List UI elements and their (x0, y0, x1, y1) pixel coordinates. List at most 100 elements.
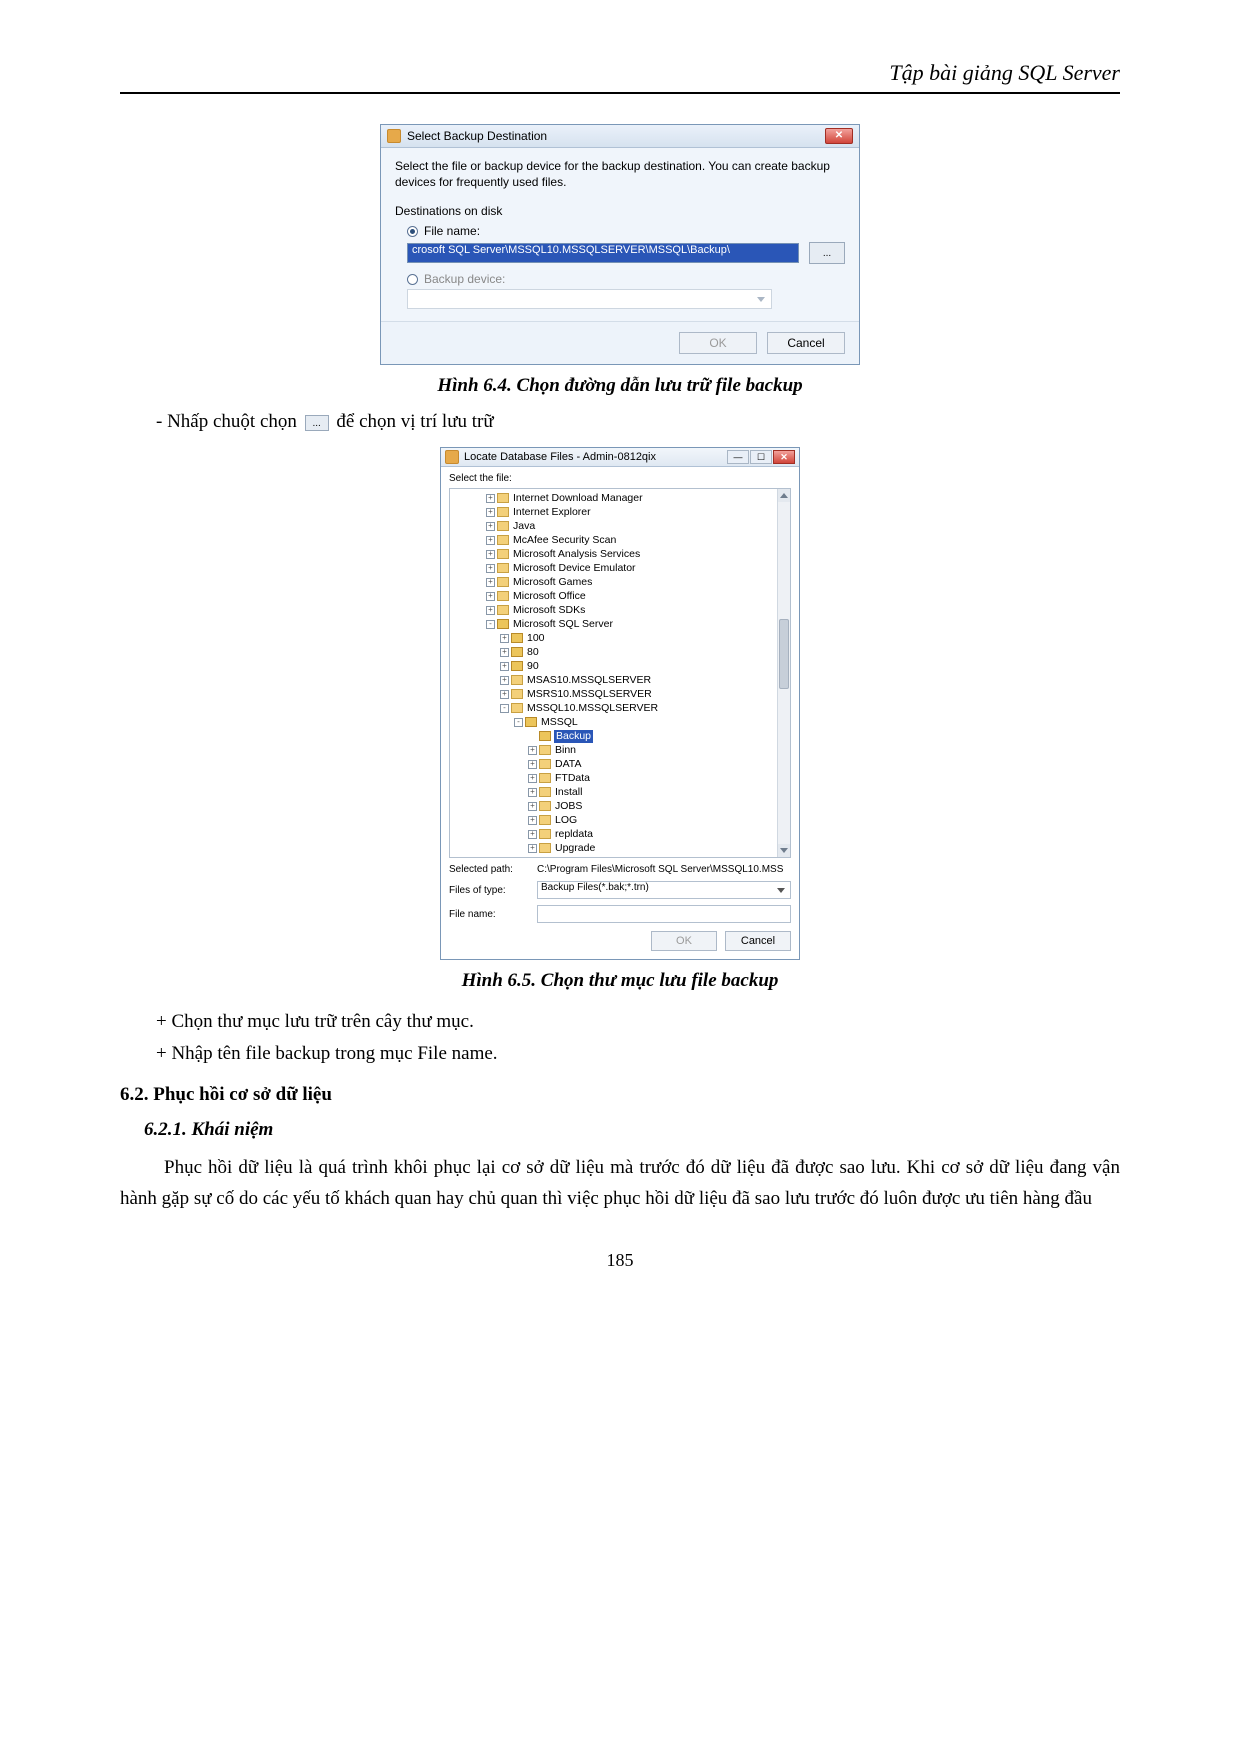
tree-item[interactable]: +100 (450, 631, 790, 645)
collapse-icon[interactable]: - (486, 620, 495, 629)
file-name-label: File name: (449, 909, 529, 920)
tree-item[interactable]: +McAfee Security Scan (450, 533, 790, 547)
folder-icon (511, 633, 523, 643)
folder-icon (539, 829, 551, 839)
close-button[interactable]: ✕ (825, 128, 853, 144)
scroll-up-icon[interactable] (778, 489, 790, 502)
expand-icon[interactable]: + (486, 508, 495, 517)
folder-icon (539, 745, 551, 755)
file-name-input[interactable] (537, 905, 791, 923)
tree-item[interactable]: - Microsoft SQL Server (450, 617, 790, 631)
maximize-button[interactable]: ☐ (750, 450, 772, 464)
expand-icon[interactable]: + (486, 858, 495, 859)
ok-button[interactable]: OK (651, 931, 717, 951)
tree-item[interactable]: +repldata (450, 827, 790, 841)
folder-icon (539, 773, 551, 783)
tree-item[interactable]: +Microsoft Games (450, 575, 790, 589)
collapse-icon[interactable]: - (514, 718, 523, 727)
folder-icon (497, 619, 509, 629)
expand-icon[interactable]: + (486, 494, 495, 503)
tree-item[interactable]: + Microsoft Office (450, 589, 790, 603)
tree-item[interactable]: +Microsoft Analysis Services (450, 547, 790, 561)
expand-icon[interactable]: + (486, 578, 495, 587)
file-path-input[interactable]: crosoft SQL Server\MSSQL10.MSSQLSERVER\M… (407, 243, 799, 263)
radio-backup-device[interactable]: Backup device: (407, 272, 845, 286)
expand-icon[interactable]: + (486, 606, 495, 615)
scroll-down-icon[interactable] (778, 844, 790, 857)
database-icon (445, 450, 459, 464)
tree-item[interactable]: Backup (450, 729, 790, 743)
minimize-button[interactable]: — (727, 450, 749, 464)
expand-icon[interactable]: + (500, 676, 509, 685)
expand-icon[interactable]: + (528, 746, 537, 755)
tree-item[interactable]: +Microsoft SQL Server Compact Edition (450, 855, 790, 858)
radio-file-name[interactable]: File name: (407, 224, 845, 238)
expand-icon[interactable]: + (528, 816, 537, 825)
cancel-button[interactable]: Cancel (725, 931, 791, 951)
tree-item-label: Microsoft Office (512, 590, 587, 604)
vertical-scrollbar[interactable] (777, 489, 790, 857)
tree-item[interactable]: +Java (450, 519, 790, 533)
expand-icon[interactable]: + (500, 634, 509, 643)
expand-icon[interactable]: + (486, 550, 495, 559)
expand-icon[interactable]: + (528, 844, 537, 853)
folder-icon (497, 507, 509, 517)
ok-button[interactable]: OK (679, 332, 757, 354)
collapse-icon[interactable]: - (500, 704, 509, 713)
tree-item[interactable]: + Upgrade (450, 841, 790, 855)
expand-icon[interactable]: + (528, 830, 537, 839)
tree-item-label: Upgrade (554, 842, 596, 856)
tree-item-label: MSSQL (540, 716, 579, 730)
tree-item[interactable]: +MSAS10.MSSQLSERVER (450, 673, 790, 687)
tree-item[interactable]: +FTData (450, 771, 790, 785)
scroll-thumb[interactable] (779, 619, 789, 689)
expand-icon[interactable]: + (486, 536, 495, 545)
tree-item[interactable]: +90 (450, 659, 790, 673)
expand-icon[interactable]: + (500, 690, 509, 699)
folder-icon (539, 815, 551, 825)
tree-item[interactable]: + JOBS (450, 799, 790, 813)
folder-tree[interactable]: +Internet Download Manager+Internet Expl… (449, 488, 791, 858)
tree-item-label: Backup (554, 730, 593, 744)
expand-icon[interactable]: + (528, 760, 537, 769)
tree-item[interactable]: +Binn (450, 743, 790, 757)
tree-item[interactable]: +80 (450, 645, 790, 659)
header-rule (120, 92, 1120, 94)
tree-item[interactable]: +MSRS10.MSSQLSERVER (450, 687, 790, 701)
expand-icon[interactable]: + (486, 522, 495, 531)
bullet-2: + Nhập tên file backup trong mục File na… (156, 1038, 1120, 1069)
tree-item[interactable]: - MSSQL (450, 715, 790, 729)
page-number: 185 (120, 1250, 1120, 1271)
folder-icon (497, 577, 509, 587)
folder-icon (511, 647, 523, 657)
tree-item[interactable]: -MSSQL10.MSSQLSERVER (450, 701, 790, 715)
tree-item-label: Microsoft SQL Server (512, 618, 614, 632)
figure-caption-1: Hình 6.4. Chọn đường dẫn lưu trữ file ba… (120, 375, 1120, 397)
tree-item-label: Install (554, 786, 583, 800)
expand-icon[interactable]: + (528, 774, 537, 783)
expand-icon[interactable]: + (500, 662, 509, 671)
cancel-button[interactable]: Cancel (767, 332, 845, 354)
tree-item-label: JOBS (554, 800, 583, 814)
tree-item[interactable]: + Install (450, 785, 790, 799)
browse-button[interactable]: ... (809, 242, 845, 264)
expand-icon[interactable]: + (486, 564, 495, 573)
files-type-select[interactable]: Backup Files(*.bak;*.trn) (537, 881, 791, 899)
expand-icon[interactable]: + (500, 648, 509, 657)
expand-icon[interactable]: + (528, 788, 537, 797)
select-file-label: Select the file: (449, 473, 791, 484)
tree-item[interactable]: +DATA (450, 757, 790, 771)
selected-path-value: C:\Program Files\Microsoft SQL Server\MS… (537, 864, 791, 875)
folder-icon (497, 857, 509, 858)
tree-item[interactable]: +Internet Explorer (450, 505, 790, 519)
tree-item[interactable]: +Internet Download Manager (450, 491, 790, 505)
folder-icon (539, 759, 551, 769)
close-button[interactable]: ✕ (773, 450, 795, 464)
expand-icon[interactable]: + (528, 802, 537, 811)
expand-icon[interactable]: + (486, 592, 495, 601)
folder-icon (511, 689, 523, 699)
folder-icon (497, 605, 509, 615)
tree-item[interactable]: +Microsoft Device Emulator (450, 561, 790, 575)
tree-item[interactable]: +Microsoft SDKs (450, 603, 790, 617)
tree-item[interactable]: +LOG (450, 813, 790, 827)
